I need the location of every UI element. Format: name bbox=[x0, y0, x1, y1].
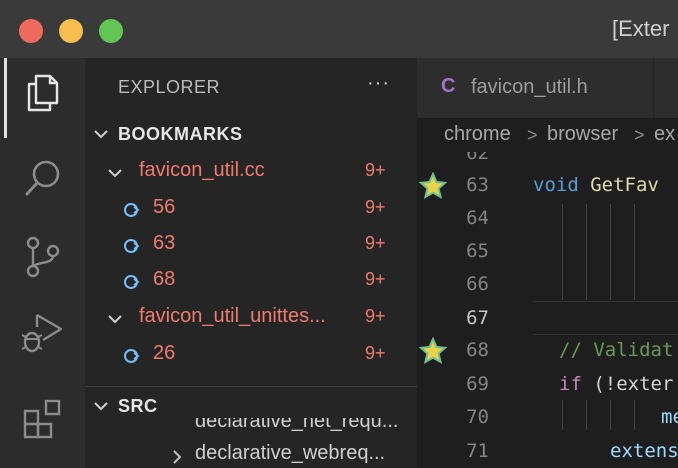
bookmark-file-row[interactable]: favicon_util_unittes... 9+ bbox=[85, 300, 417, 336]
activity-bar bbox=[0, 58, 85, 468]
indent-guide bbox=[634, 400, 635, 430]
bookmark-line-row[interactable]: 63 9+ bbox=[85, 227, 417, 263]
tab-label: favicon_util.h bbox=[471, 76, 588, 98]
code-function-name: GetFav bbox=[590, 174, 659, 196]
breadcrumb-item[interactable]: ex bbox=[654, 123, 675, 146]
bookmark-file-name: favicon_util_unittes... bbox=[139, 305, 326, 327]
indent-guide bbox=[610, 400, 611, 430]
code-comment: // Validat bbox=[559, 339, 674, 361]
line-number: 70 bbox=[466, 406, 489, 428]
bookmark-count-badge: 9+ bbox=[365, 160, 386, 180]
chevron-down-icon bbox=[94, 402, 108, 411]
bookmark-file-name: favicon_util.cc bbox=[139, 159, 265, 181]
code-line: extens bbox=[610, 440, 678, 462]
c-file-icon: C bbox=[441, 75, 456, 97]
tab-favicon-util-h[interactable]: C favicon_util.h bbox=[417, 58, 654, 118]
bookmarks-section-header[interactable]: BOOKMARKS bbox=[85, 119, 417, 149]
code-line: // Validat bbox=[559, 339, 673, 361]
bookmark-star-icon bbox=[419, 172, 447, 200]
indent-guide bbox=[610, 204, 611, 300]
line-number: 62 bbox=[466, 152, 489, 164]
files-icon bbox=[27, 74, 58, 112]
activity-run-debug[interactable] bbox=[0, 298, 85, 368]
bookmark-count-badge: 9+ bbox=[365, 343, 386, 363]
line-number: 65 bbox=[466, 240, 489, 262]
bookmark-line-number: 26 bbox=[153, 342, 176, 364]
editor-tab-bar: C favicon_util.h bbox=[417, 58, 678, 118]
search-icon bbox=[25, 160, 59, 196]
activity-explorer[interactable] bbox=[0, 58, 85, 138]
code-identifier: me bbox=[661, 406, 678, 428]
code-identifier: extens bbox=[610, 440, 678, 462]
chevron-right-icon bbox=[173, 450, 182, 464]
breadcrumb: chrome > browser > ex bbox=[417, 118, 678, 152]
indent-guide bbox=[586, 204, 587, 300]
more-actions-button[interactable]: ··· bbox=[367, 72, 390, 95]
code-line: me bbox=[661, 406, 678, 428]
window-title: [Exter bbox=[612, 16, 670, 41]
bookmark-count-badge: 9+ bbox=[365, 269, 386, 289]
breadcrumb-separator: > bbox=[634, 125, 645, 145]
bookmark-count-badge: 9+ bbox=[365, 233, 386, 253]
chevron-down-icon bbox=[94, 130, 108, 139]
code-editor[interactable]: 62 63 64 65 66 67 68 69 70 71 void GetFa… bbox=[417, 152, 678, 468]
activity-source-control[interactable] bbox=[0, 222, 85, 292]
line-number: 68 bbox=[466, 339, 489, 361]
line-number-current: 67 bbox=[466, 307, 489, 329]
bookmark-line-icon bbox=[124, 349, 140, 363]
source-control-icon bbox=[26, 236, 59, 278]
breadcrumb-item[interactable]: chrome bbox=[444, 123, 511, 146]
src-section-header[interactable]: SRC bbox=[85, 391, 417, 421]
src-folder-row[interactable]: declarative_webreq... bbox=[85, 438, 417, 468]
minimize-window-button[interactable] bbox=[59, 19, 83, 43]
breadcrumb-separator: > bbox=[527, 125, 538, 145]
src-folder-name: declarative_webreq... bbox=[195, 442, 386, 464]
bookmark-count-badge: 9+ bbox=[365, 306, 386, 326]
indent-guide bbox=[562, 400, 563, 430]
current-line-highlight bbox=[533, 301, 678, 335]
bookmark-line-icon bbox=[124, 239, 140, 253]
line-number: 71 bbox=[466, 440, 489, 462]
bookmark-line-icon bbox=[124, 275, 140, 289]
indent-guide bbox=[562, 204, 563, 300]
bookmark-line-row[interactable]: 26 9+ bbox=[85, 337, 417, 373]
src-section-label: SRC bbox=[118, 395, 158, 416]
code-keyword: void bbox=[533, 174, 579, 196]
bookmark-star-icon bbox=[419, 337, 447, 365]
bookmark-count-badge: 9+ bbox=[365, 197, 386, 217]
line-number: 63 bbox=[466, 174, 489, 196]
sidebar-title: EXPLORER bbox=[118, 77, 221, 97]
title-bar: [Exter bbox=[0, 0, 678, 58]
bookmark-line-row[interactable]: 68 9+ bbox=[85, 263, 417, 299]
run-debug-icon bbox=[21, 313, 62, 353]
bookmark-line-number: 68 bbox=[153, 268, 176, 290]
bookmark-line-icon bbox=[124, 203, 140, 217]
close-window-button[interactable] bbox=[19, 19, 43, 43]
breadcrumb-item[interactable]: browser bbox=[547, 123, 618, 146]
section-divider bbox=[85, 386, 417, 387]
explorer-sidebar: EXPLORER ··· BOOKMARKS favicon_util.cc 9… bbox=[85, 58, 417, 468]
bookmarks-section-label: BOOKMARKS bbox=[118, 123, 243, 144]
code-keyword: if bbox=[559, 373, 582, 395]
line-number: 66 bbox=[466, 273, 489, 295]
bookmark-line-row[interactable]: 56 9+ bbox=[85, 191, 417, 227]
line-number: 64 bbox=[466, 207, 489, 229]
chevron-down-icon bbox=[108, 169, 122, 178]
extensions-icon bbox=[23, 399, 60, 439]
indent-guide bbox=[634, 204, 635, 300]
bookmark-line-number: 56 bbox=[153, 196, 176, 218]
bookmark-line-number: 63 bbox=[153, 232, 176, 254]
code-line: void GetFav bbox=[533, 174, 659, 196]
activity-extensions[interactable] bbox=[0, 384, 85, 454]
chevron-down-icon bbox=[108, 315, 122, 324]
code-line: if (!exter bbox=[559, 373, 673, 395]
indent-guide bbox=[586, 400, 587, 430]
activity-search[interactable] bbox=[0, 143, 85, 213]
code-text: (!exter bbox=[581, 373, 674, 395]
zoom-window-button[interactable] bbox=[99, 19, 123, 43]
line-number: 69 bbox=[466, 373, 489, 395]
bookmark-file-row[interactable]: favicon_util.cc 9+ bbox=[85, 154, 417, 190]
